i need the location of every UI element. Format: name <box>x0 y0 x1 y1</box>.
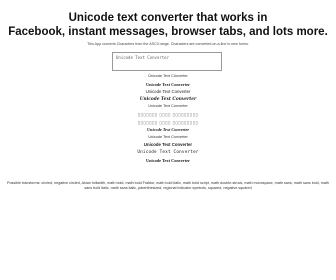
conversion-line[interactable]: ▯▯▯▯▯▯▯ ▯▯▯▯ ▯▯▯▯▯▯▯▯▯ <box>0 111 336 119</box>
page-subtitle: This App converts Characters from the AS… <box>87 42 249 46</box>
conversion-line[interactable]: Unicode Text Converter <box>0 126 336 134</box>
conversion-line[interactable]: ▯▯▯▯▯▯▯ ▯▯▯▯ ▯▯▯▯▯▯▯▯▯ <box>0 119 336 127</box>
page: Unicode text converter that works in Fac… <box>0 0 336 280</box>
conversion-list: Ûnicode Text Cönverter Unicode Text Conve… <box>0 73 336 164</box>
conversion-line[interactable]: Unicode Text Converter <box>0 81 336 89</box>
conversion-line[interactable]: Unicode Text Converter <box>0 134 336 142</box>
transform-links[interactable]: Possible transforms: circled, negative c… <box>4 181 332 191</box>
conversion-line[interactable]: Unicode Text Converter <box>0 88 336 96</box>
title-line-1: Unicode text converter that works in <box>68 12 268 24</box>
conversion-line[interactable]: Unicode Text Converter <box>0 157 336 165</box>
title-line-2: Facebook, instant messages, browser tabs… <box>8 25 328 38</box>
text-input[interactable]: Unicode Text Converter <box>112 52 222 71</box>
conversion-line[interactable]: Ûnicode Text Cönverter <box>0 73 336 81</box>
page-title: Unicode text converter that works in Fac… <box>0 12 336 39</box>
conversion-line[interactable]: Unicode Text Converter <box>0 149 336 157</box>
conversion-line[interactable]: Unicode Text Converter <box>0 103 336 111</box>
conversion-line[interactable]: Unicode Text Converter <box>0 141 336 149</box>
conversion-line[interactable]: Unicode Text Converter <box>0 96 336 104</box>
